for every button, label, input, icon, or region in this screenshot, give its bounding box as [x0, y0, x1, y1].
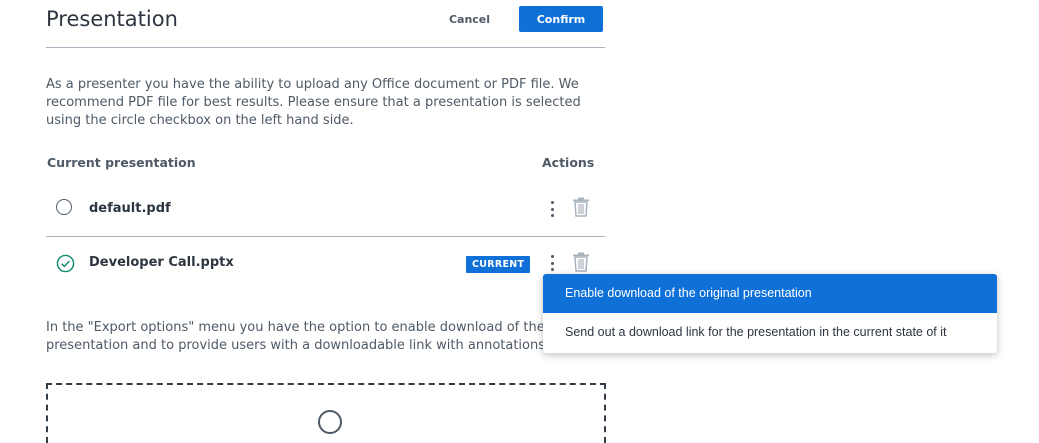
export-options-text: In the "Export options" menu you have th… [46, 319, 606, 355]
trash-icon[interactable] [572, 252, 590, 272]
file-name: default.pdf [89, 201, 171, 216]
presentation-row: default.pdf [46, 180, 605, 237]
export-text-line: presentation and to provide users with a… [46, 338, 598, 353]
modal-header: Presentation Cancel Confirm [46, 0, 605, 48]
more-vert-icon[interactable] [546, 253, 558, 273]
presentation-row: Developer Call.pptx CURRENT [46, 236, 605, 292]
current-badge: CURRENT [466, 256, 531, 273]
trash-icon[interactable] [572, 197, 590, 217]
more-vert-icon[interactable] [546, 199, 558, 219]
menu-item-send-download-link[interactable]: Send out a download link for the present… [543, 313, 997, 352]
check-circle-icon[interactable] [56, 254, 75, 273]
intro-text: As a presenter you have the ability to u… [46, 77, 581, 128]
cancel-button[interactable]: Cancel [438, 6, 501, 32]
column-header-actions: Actions [542, 155, 595, 170]
menu-item-enable-download[interactable]: Enable download of the original presenta… [543, 274, 997, 313]
file-name: Developer Call.pptx [89, 255, 234, 270]
export-options-menu: Enable download of the original presenta… [543, 274, 997, 353]
confirm-button[interactable]: Confirm [519, 6, 603, 32]
radio-icon[interactable] [56, 199, 72, 215]
upload-dropzone[interactable] [46, 383, 606, 443]
modal-title: Presentation [46, 7, 178, 31]
export-text-line: In the "Export options" menu you have th… [46, 320, 598, 335]
column-header-current: Current presentation [47, 155, 196, 170]
